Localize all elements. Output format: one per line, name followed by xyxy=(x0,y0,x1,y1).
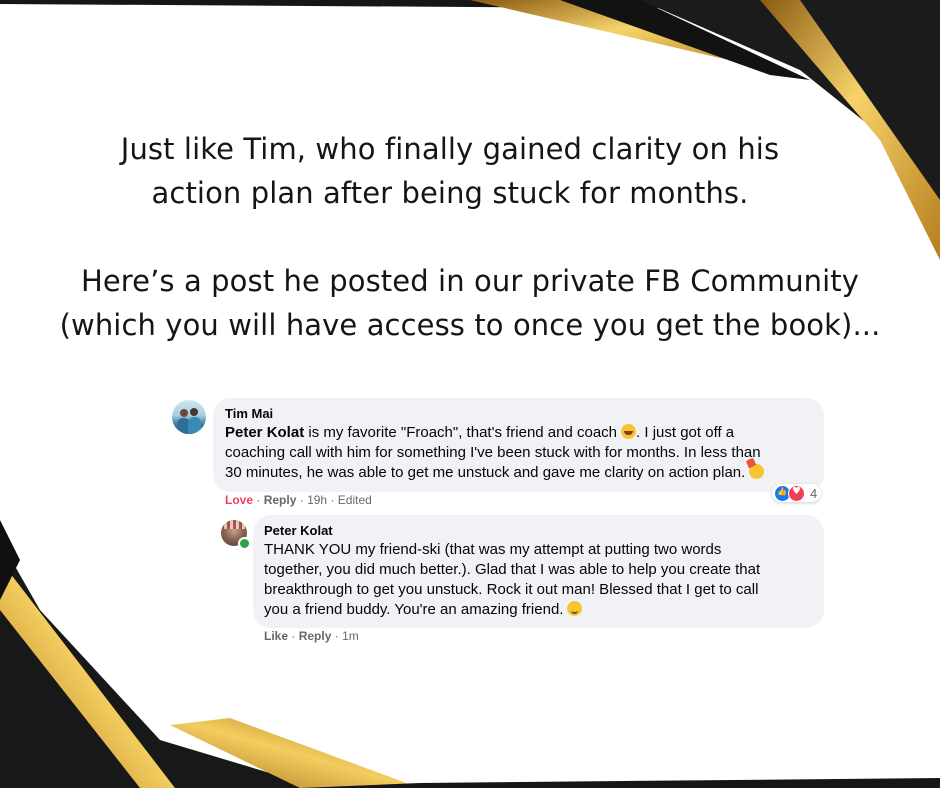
like-button[interactable]: Like xyxy=(264,629,288,643)
reply-line-2: together, you did much better.). Glad th… xyxy=(264,561,761,578)
reply-line-3: breakthrough to get you unstuck. Rock it… xyxy=(264,581,759,598)
love-reaction-icon xyxy=(788,484,805,502)
intro-line-1: Just like Tim, who finally gained clarit… xyxy=(120,132,780,166)
comment-bubble: Tim Mai Peter Kolat is my favorite "Froa… xyxy=(213,398,824,492)
post-line-2: (which you will have access to once you … xyxy=(59,308,881,342)
decorative-frame xyxy=(0,0,940,788)
mention-link[interactable]: Peter Kolat xyxy=(225,424,304,441)
comment-time[interactable]: 19h xyxy=(307,493,327,507)
reply-author[interactable]: Peter Kolat xyxy=(264,523,333,538)
intro-line-2: action plan after being stuck for months… xyxy=(151,176,749,210)
laughing-emoji-icon xyxy=(621,424,637,439)
reply-reply-button[interactable]: Reply xyxy=(299,629,332,643)
reply-time[interactable]: 1m xyxy=(342,629,359,643)
reply-bubble: Peter Kolat THANK YOU my friend-ski (tha… xyxy=(253,515,824,628)
reply-button[interactable]: Reply xyxy=(264,493,297,507)
post-headline: Here’s a post he posted in our private F… xyxy=(0,259,940,347)
tim-avatar[interactable] xyxy=(172,400,206,434)
online-status-icon xyxy=(238,537,251,550)
reaction-count: 4 xyxy=(810,485,818,501)
edited-label: Edited xyxy=(337,493,372,507)
reply-line-4: you a friend buddy. You're an amazing fr… xyxy=(264,600,583,620)
comment-line-3: 30 minutes, he was able to get me unstuc… xyxy=(225,463,765,483)
party-face-emoji-icon xyxy=(749,464,765,479)
comment-line-1: Peter Kolat is my favorite "Froach", tha… xyxy=(225,424,735,441)
comment-actions: Love · Reply · 19h · Edited xyxy=(225,493,372,507)
reply-actions: Like · Reply · 1m xyxy=(264,629,359,643)
comment-line-2: coaching call with him for something I'v… xyxy=(225,444,761,461)
post-line-1: Here’s a post he posted in our private F… xyxy=(80,264,860,298)
reply-line-1: THANK YOU my friend-ski (that was my att… xyxy=(264,541,722,558)
reaction-summary[interactable]: 4 xyxy=(772,484,822,502)
love-button[interactable]: Love xyxy=(225,493,253,507)
intro-headline: Just like Tim, who finally gained clarit… xyxy=(0,127,920,215)
comment-author[interactable]: Tim Mai xyxy=(225,406,273,421)
smiling-emoji-icon xyxy=(567,601,583,616)
